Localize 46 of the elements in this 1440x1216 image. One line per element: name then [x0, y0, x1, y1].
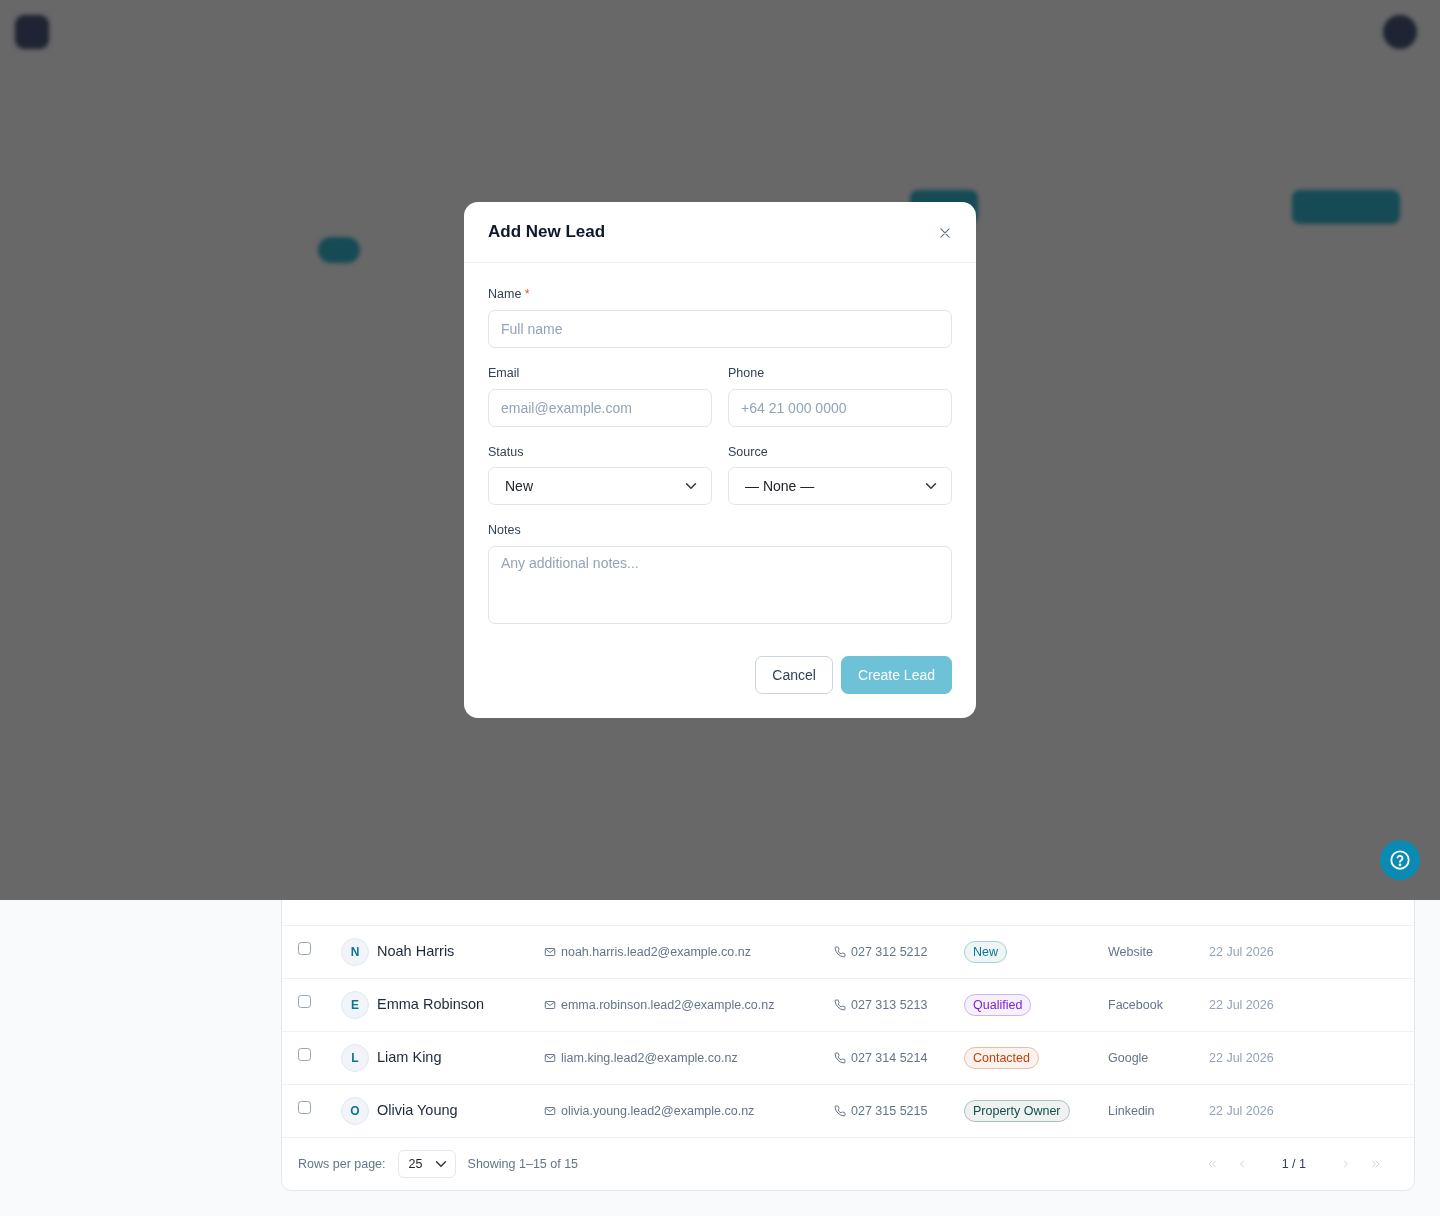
text-field[interactable]: Full name	[488, 309, 952, 348]
rows-per-page-label: Rows per page:	[298, 1155, 386, 1173]
showing-count: Showing 1–15 of 15	[467, 1155, 579, 1173]
status-tag: Property Owner	[964, 1099, 1070, 1123]
avatar-initial: N	[341, 938, 369, 966]
lead-email: olivia.young.lead2@example.co.nz	[561, 1102, 755, 1120]
dialog-title: Add New Lead	[488, 221, 606, 243]
lead-name: Emma Robinson	[377, 995, 485, 1015]
lead-phone: 027 312 5212	[851, 943, 928, 961]
lead-name: Liam King	[377, 1048, 442, 1068]
lead-email: noah.harris.lead2@example.co.nz	[561, 943, 751, 961]
field-label: Name *	[488, 286, 531, 303]
notes-field[interactable]: Any additional notes...	[488, 546, 952, 624]
lead-phone: 027 314 5214	[851, 1049, 928, 1067]
rows-per-page-select[interactable]: 25	[397, 1150, 456, 1178]
lead-source: Website	[1108, 943, 1154, 961]
created-date: 22 Jul 2026	[1209, 943, 1274, 961]
field-label: Phone	[728, 364, 766, 382]
lead-source: Google	[1108, 1049, 1150, 1067]
lead-source: Facebook	[1108, 996, 1164, 1014]
lead-phone: 027 315 5215	[851, 1102, 928, 1120]
text-field[interactable]: +64 21 000 0000	[728, 388, 952, 427]
text-field[interactable]: email@example.com	[488, 388, 712, 427]
lead-source: Linkedin	[1108, 1102, 1156, 1120]
lead-name: Olivia Young	[377, 1101, 458, 1121]
status-tag: Qualified	[964, 993, 1032, 1017]
status-tag: Contacted	[964, 1046, 1039, 1070]
page-indicator: 1 / 1	[1280, 1155, 1307, 1173]
created-date: 22 Jul 2026	[1209, 1049, 1274, 1067]
lead-phone: 027 313 5213	[851, 996, 928, 1014]
select-field[interactable]: — None —	[728, 467, 952, 506]
select-field[interactable]: New	[488, 467, 712, 506]
field-label: Email	[488, 364, 521, 382]
created-date: 22 Jul 2026	[1209, 1102, 1274, 1120]
avatar-initial: O	[341, 1097, 369, 1125]
status-tag: New	[964, 940, 1007, 964]
lead-name: Noah Harris	[377, 942, 455, 962]
cancel-button[interactable]: Cancel	[755, 656, 833, 694]
field-label: Source	[728, 443, 769, 461]
lead-email: liam.king.lead2@example.co.nz	[561, 1049, 738, 1067]
field-label: Status	[488, 443, 525, 461]
avatar-initial: E	[341, 991, 369, 1019]
lead-email: emma.robinson.lead2@example.co.nz	[561, 996, 775, 1014]
avatar-initial: L	[341, 1044, 369, 1072]
created-date: 22 Jul 2026	[1209, 996, 1274, 1014]
field-label: Notes	[488, 522, 522, 540]
